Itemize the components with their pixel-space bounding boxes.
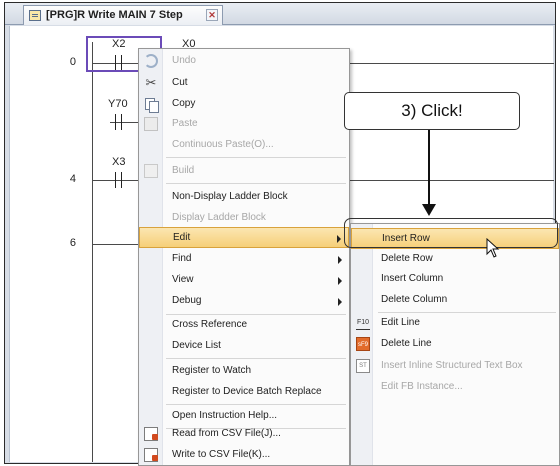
menu-item-label: Write to CSV File(K)... [172,449,271,460]
copy-icon [144,97,159,113]
menu-item-label: Paste [172,118,198,129]
menu-item-label: Copy [172,98,196,109]
menu-item-label: Undo [172,55,196,66]
menu-item-label: Insert Inline Structured Text Box [381,360,523,371]
submenu-item-delete-column[interactable]: Delete Column [351,290,559,311]
submenu-item-delete-line[interactable]: sF9 Delete Line [351,334,559,355]
menu-item-write-to-csv[interactable]: Write to CSV File(K)... [139,445,349,466]
step-number: 0 [69,56,76,68]
submenu-item-delete-row[interactable]: Delete Row [351,249,559,270]
callout-arrow [428,130,430,206]
menu-item-debug[interactable]: Debug [139,291,349,312]
menu-item-label: Debug [172,295,202,306]
menu-item-register-to-watch[interactable]: Register to Watch [139,361,349,382]
sf9-icon: sF9 [356,337,370,351]
menu-item-label: Continuous Paste(O)... [172,139,274,150]
close-icon[interactable]: ✕ [206,9,218,21]
undo-icon [144,54,158,68]
step-number: 6 [69,237,76,249]
menu-item-device-list[interactable]: Device List [139,336,349,357]
menu-separator [166,404,346,405]
submenu-arrow-icon [337,235,341,243]
menu-item-label: Open Instruction Help... [172,410,278,421]
scissors-icon: ✂ [145,75,157,90]
menu-item-cut[interactable]: ✂ Cut [139,73,349,94]
submenu-arrow-icon [338,298,342,306]
left-power-rail [92,42,93,462]
menu-item-register-to-device-batch-replace[interactable]: Register to Device Batch Replace [139,382,349,403]
menu-item-label: Delete Row [381,253,433,264]
st-icon: ST [356,359,370,373]
menu-item-label: Register to Device Batch Replace [172,386,322,397]
menu-item-label: Find [172,253,192,264]
context-menu: Undo ✂ Cut Copy Paste Continuous Paste(O)… [138,48,350,466]
menu-separator [166,157,346,158]
edit-submenu: Insert Row Delete Row Insert Column Dele… [350,223,560,466]
menu-item-copy[interactable]: Copy [139,94,349,115]
menu-item-label: Cross Reference [172,319,248,330]
menu-item-cross-reference[interactable]: Cross Reference [139,315,349,336]
build-icon [144,164,158,178]
menu-item-build[interactable]: Build [139,161,349,182]
menu-item-label: Device List [172,340,221,351]
contact-symbol[interactable] [108,172,130,188]
csv-read-icon [144,427,158,441]
step-number: 4 [69,173,76,185]
submenu-item-edit-fb-instance[interactable]: Edit FB Instance... [351,377,559,398]
f10-icon: F10 [356,316,370,330]
menu-item-paste[interactable]: Paste [139,114,349,135]
menu-item-label: Edit FB Instance... [381,381,463,392]
tab-program-main[interactable]: [PRG]R Write MAIN 7 Step ✕ [23,5,223,25]
menu-item-find[interactable]: Find [139,249,349,270]
menu-item-read-from-csv[interactable]: Read from CSV File(J)... [139,424,349,445]
menu-item-label: Edit Line [381,317,420,328]
menu-item-non-display-ladder-block[interactable]: Non-Display Ladder Block [139,187,349,208]
arrow-down-icon [422,204,436,216]
menu-item-label: Cut [172,77,188,88]
contact-label: Y70 [108,98,128,110]
menu-item-label: Display Ladder Block [172,212,266,223]
submenu-item-insert-column[interactable]: Insert Column [351,269,559,290]
ladder-program-icon [29,10,41,21]
menu-item-label: Insert Column [381,273,444,284]
tab-bar: [PRG]R Write MAIN 7 Step ✕ [5,3,555,25]
menu-item-view[interactable]: View [139,270,349,291]
menu-item-label: Register to Watch [172,365,252,376]
menu-item-label: Read from CSV File(J)... [172,428,281,439]
tab-title: [PRG]R Write MAIN 7 Step [46,9,183,21]
menu-separator [166,358,346,359]
menu-item-label: Delete Column [381,294,448,305]
highlight-outline [344,218,558,248]
submenu-item-insert-inline-st-box[interactable]: ST Insert Inline Structured Text Box [351,356,559,377]
menu-item-label: Build [172,165,195,176]
submenu-arrow-icon [338,256,342,264]
csv-write-icon [144,448,158,462]
contact-label: X3 [112,156,126,168]
mouse-cursor-icon [486,238,500,258]
contact-symbol[interactable] [108,114,130,130]
menu-item-continuous-paste[interactable]: Continuous Paste(O)... [139,135,349,156]
paste-icon [144,117,158,131]
menu-item-label: Delete Line [381,338,432,349]
menu-item-label: View [172,274,194,285]
menu-item-edit[interactable]: Edit [139,227,349,248]
menu-separator [166,183,346,184]
menu-item-label: Edit [173,232,191,243]
instruction-callout: 3) Click! [344,92,520,130]
submenu-item-edit-line[interactable]: F10 Edit Line [351,313,559,334]
menu-item-display-ladder-block[interactable]: Display Ladder Block [139,208,349,229]
menu-item-label: Non-Display Ladder Block [172,191,288,202]
menu-item-undo[interactable]: Undo [139,51,349,72]
submenu-arrow-icon [338,277,342,285]
